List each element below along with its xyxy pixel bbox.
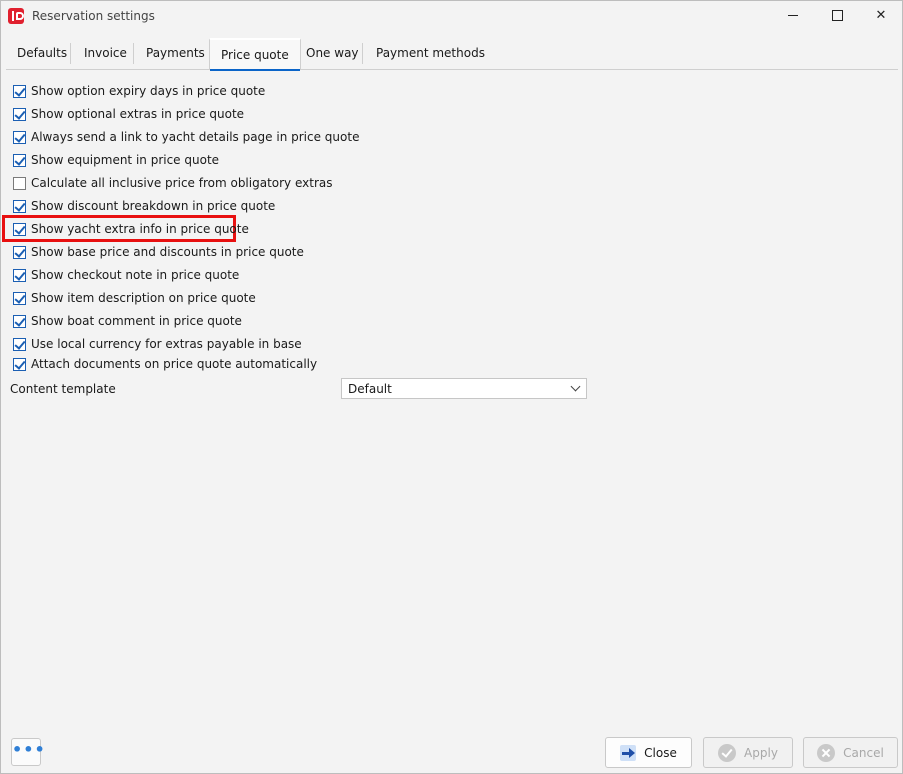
- checkbox[interactable]: [13, 337, 26, 351]
- content-template-value: Default: [348, 382, 392, 396]
- arrow-right-icon: [620, 744, 637, 761]
- option-show-option-expiry-days[interactable]: Show option expiry days in price quote: [13, 82, 265, 100]
- checkbox[interactable]: [13, 199, 26, 213]
- more-options-button[interactable]: •••: [11, 738, 45, 766]
- content-template-label: Content template: [10, 382, 116, 396]
- option-show-discount-breakdown[interactable]: Show discount breakdown in price quote: [13, 197, 275, 215]
- option-show-equipment[interactable]: Show equipment in price quote: [13, 151, 219, 169]
- option-show-boat-comment[interactable]: Show boat comment in price quote: [13, 312, 242, 330]
- option-show-item-description[interactable]: Show item description on price quote: [13, 289, 256, 307]
- apply-button[interactable]: Apply: [703, 737, 793, 768]
- tab-invoice[interactable]: Invoice: [73, 38, 138, 68]
- window-title: Reservation settings: [32, 9, 155, 23]
- ellipsis-icon: •••: [12, 740, 46, 759]
- option-show-base-price-and-discounts[interactable]: Show base price and discounts in price q…: [13, 243, 304, 261]
- checkbox[interactable]: [13, 291, 26, 305]
- cancel-button-label: Cancel: [843, 745, 884, 760]
- checkbox[interactable]: [13, 245, 26, 259]
- chevron-down-icon: [570, 381, 581, 392]
- checkbox[interactable]: [13, 268, 26, 282]
- tab-one-way[interactable]: One way: [295, 38, 370, 68]
- checkbox[interactable]: [13, 107, 26, 121]
- window-close-button[interactable]: ✕: [859, 1, 903, 31]
- minimize-button[interactable]: [771, 1, 815, 31]
- checkbox[interactable]: [13, 130, 26, 144]
- checkbox[interactable]: [13, 84, 26, 98]
- checkbox[interactable]: [13, 357, 26, 371]
- tab-divider: [70, 43, 71, 64]
- cancel-button[interactable]: Cancel: [803, 737, 898, 768]
- option-show-checkout-note[interactable]: Show checkout note in price quote: [13, 266, 239, 284]
- tab-price-quote[interactable]: Price quote: [209, 38, 301, 71]
- option-show-yacht-extra-info[interactable]: Show yacht extra info in price quote: [13, 220, 249, 238]
- option-attach-documents[interactable]: Attach documents on price quote automati…: [13, 355, 317, 373]
- checkbox[interactable]: [13, 176, 26, 190]
- maximize-icon: [831, 10, 843, 21]
- tab-payment-methods[interactable]: Payment methods: [365, 38, 496, 68]
- close-icon: ✕: [875, 8, 887, 23]
- tab-divider: [133, 43, 134, 64]
- check-circle-icon: [718, 743, 737, 762]
- checkbox[interactable]: [13, 222, 26, 236]
- content-template-select[interactable]: Default: [341, 378, 587, 399]
- tab-bar: Defaults Invoice Payments Price quote On…: [6, 38, 898, 71]
- option-show-optional-extras[interactable]: Show optional extras in price quote: [13, 105, 244, 123]
- app-logo-icon: [8, 8, 24, 24]
- checkbox[interactable]: [13, 153, 26, 167]
- tab-payments[interactable]: Payments: [135, 38, 216, 68]
- apply-button-label: Apply: [744, 745, 778, 760]
- checkbox[interactable]: [13, 314, 26, 328]
- close-button-label: Close: [644, 745, 677, 760]
- option-send-yacht-details-link[interactable]: Always send a link to yacht details page…: [13, 128, 359, 146]
- maximize-button[interactable]: [815, 1, 859, 31]
- x-circle-icon: [817, 743, 836, 762]
- tab-divider: [362, 43, 363, 64]
- minimize-icon: [788, 15, 798, 16]
- close-button[interactable]: Close: [605, 737, 692, 768]
- option-calculate-all-inclusive-price[interactable]: Calculate all inclusive price from oblig…: [13, 174, 333, 192]
- title-bar: Reservation settings ✕: [1, 1, 902, 33]
- tab-defaults[interactable]: Defaults: [6, 38, 78, 68]
- option-use-local-currency[interactable]: Use local currency for extras payable in…: [13, 335, 302, 353]
